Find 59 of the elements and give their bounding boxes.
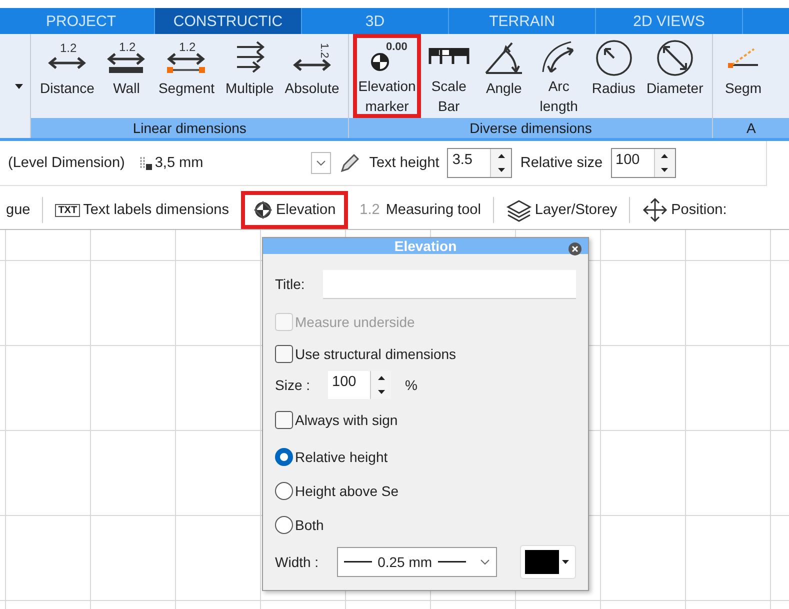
- down-triangle-icon: [378, 390, 385, 394]
- chevron-icon: [480, 559, 490, 565]
- ribbon-button[interactable]: 0.00 Elevation marker: [353, 34, 421, 118]
- ribbon-button[interactable]: Segm: [717, 34, 770, 118]
- ribbon-button[interactable]: 1.2 Absolute: [280, 34, 344, 118]
- ribbon-button[interactable]: Radius: [586, 34, 640, 118]
- text-size-value: 3,5 mm: [154, 155, 204, 171]
- spin-up-button[interactable]: [371, 371, 392, 385]
- measure-icon: 1.2: [360, 202, 380, 218]
- checkbox[interactable]: [275, 345, 293, 363]
- relative-size-label: Relative size: [520, 155, 603, 171]
- dropdown-caret-icon: [562, 560, 569, 564]
- dialog-title: Elevation: [263, 238, 588, 254]
- group-label: A: [713, 118, 789, 138]
- elevation-marker-icon: [252, 200, 273, 220]
- ribbon-button[interactable]: Angle: [476, 34, 531, 118]
- text-size-icon: [138, 155, 153, 171]
- title-field[interactable]: [322, 270, 576, 298]
- chevron-icon: [316, 160, 326, 166]
- width-label: Width :: [275, 554, 319, 570]
- checkbox[interactable]: [275, 411, 293, 429]
- group-label: Linear dimensions: [31, 118, 348, 138]
- line-sample-icon: [438, 561, 466, 563]
- toolbar-button[interactable]: Elevation: [240, 191, 348, 229]
- ribbon-button[interactable]: Diameter: [641, 34, 708, 118]
- radio-label: Both: [295, 517, 324, 533]
- ribbon-button[interactable]: 1.2 Segment: [153, 34, 220, 118]
- checkbox-label: Measure underside: [295, 314, 415, 330]
- radio-label: Height above Se: [295, 483, 399, 499]
- style-label: (Level Dimension): [8, 155, 125, 171]
- color-picker[interactable]: [520, 545, 576, 579]
- radio-label: Relative height: [295, 449, 388, 465]
- percent-unit: %: [405, 377, 418, 393]
- pencil-icon[interactable]: [339, 152, 362, 174]
- radio-button[interactable]: [275, 516, 293, 534]
- dropdown-button[interactable]: [311, 152, 332, 174]
- ribbon-button[interactable]: Arc length: [532, 34, 586, 118]
- ribbon-button[interactable]: Scale Bar: [422, 34, 476, 118]
- ribbon-tab[interactable]: CONSTRUCTIC: [155, 8, 302, 34]
- radio-button[interactable]: [275, 448, 293, 466]
- close-icon[interactable]: [568, 242, 582, 256]
- title-label: Title:: [275, 276, 305, 292]
- group-label: Diverse dimensions: [349, 118, 712, 138]
- line-sample-icon: [344, 561, 372, 563]
- size-label: Size :: [275, 377, 310, 393]
- text-height-label: Text height: [369, 155, 440, 171]
- ribbon-button[interactable]: 1.2 Distance: [35, 34, 100, 118]
- radio-button[interactable]: [275, 482, 293, 500]
- checkbox-label: Use structural dimensions: [295, 346, 456, 362]
- move-icon: [642, 197, 668, 223]
- checkbox-label: Always with sign: [295, 412, 398, 428]
- spin-down-button[interactable]: [371, 385, 392, 399]
- dropdown-caret-icon[interactable]: [15, 84, 23, 88]
- txt-icon: TXT: [55, 204, 80, 216]
- ribbon-button[interactable]: Multiple: [220, 34, 279, 118]
- layers-icon: [506, 198, 532, 222]
- line-width-dropdown[interactable]: 0.25 mm: [336, 547, 497, 577]
- ribbon-button[interactable]: 1.2 Wall: [100, 34, 152, 118]
- up-triangle-icon: [378, 376, 385, 380]
